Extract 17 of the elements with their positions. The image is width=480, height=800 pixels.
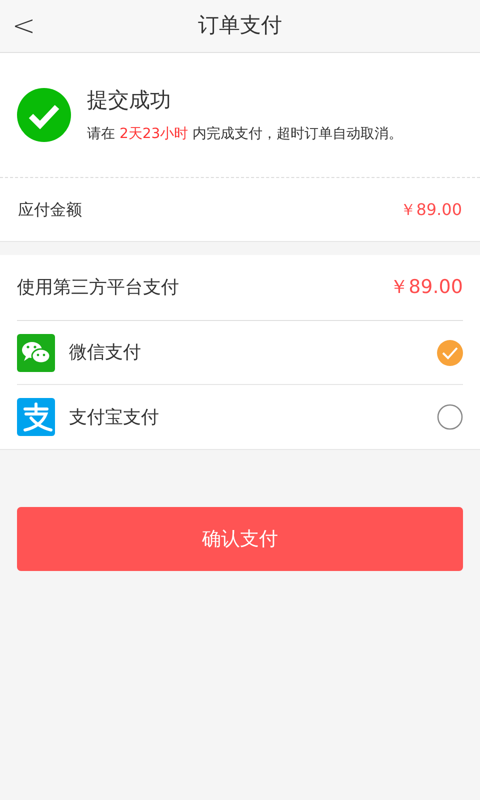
- amount-value: ￥89.00: [400, 198, 462, 220]
- back-button[interactable]: <: [12, 12, 36, 40]
- chat-bubbles-icon: [17, 334, 55, 372]
- selected-radio-icon[interactable]: [437, 340, 463, 366]
- payment-logo-icon: [17, 398, 55, 436]
- amount-label: 应付金额: [18, 198, 82, 220]
- success-title: 提交成功: [87, 86, 172, 114]
- radio-icon[interactable]: [437, 404, 463, 430]
- payment-option-label: 微信支付: [69, 341, 142, 365]
- success-check-icon: [17, 88, 71, 142]
- page-title: 订单支付: [198, 12, 282, 40]
- payment-amount: ￥89.00: [390, 275, 463, 300]
- payment-deadline-notice: 请在 2天23小时 内完成支付，超时订单自动取消。: [87, 125, 403, 144]
- payment-option-label: 支付宝支付: [69, 406, 160, 430]
- payment-option[interactable]: 支付宝支付: [17, 385, 463, 449]
- payment-section-label: 使用第三方平台支付: [17, 276, 179, 300]
- payment-option[interactable]: 微信支付: [17, 321, 463, 385]
